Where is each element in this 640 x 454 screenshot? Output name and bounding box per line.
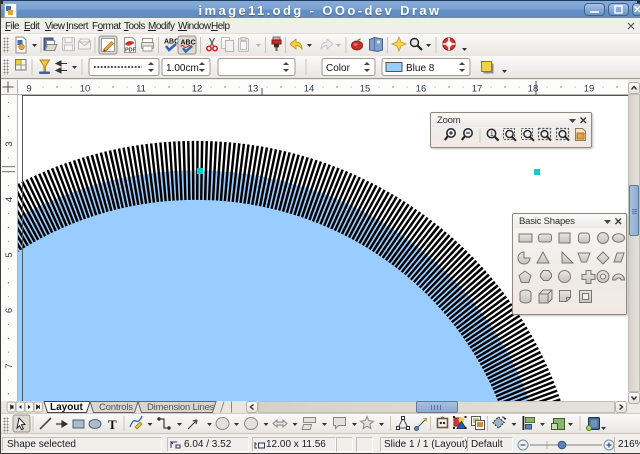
svg-text:Blue 8: Blue 8 [406,63,435,74]
svg-text:1: 1 [490,131,494,138]
svg-text:15: 15 [360,84,371,95]
svg-text:16: 16 [416,84,427,95]
svg-text:11: 11 [136,84,146,95]
svg-text:ABC: ABC [164,39,179,46]
svg-text:18: 18 [528,84,539,95]
svg-text:19: 19 [584,84,595,95]
svg-text:1.00cm: 1.00cm [166,63,199,74]
svg-text:12: 12 [192,84,203,95]
svg-text:14: 14 [304,84,315,95]
svg-text:7: 7 [4,363,15,368]
svg-text:13: 13 [248,84,259,95]
svg-text:17: 17 [472,84,483,95]
svg-text:Layout: Layout [50,402,83,413]
svg-text:Color: Color [326,63,351,74]
svg-text:T: T [108,417,117,432]
svg-text:4: 4 [4,197,15,202]
svg-text:9: 9 [26,84,31,95]
svg-text:6: 6 [4,308,15,313]
svg-text:Controls: Controls [99,402,133,413]
svg-text:PDF: PDF [125,48,137,54]
svg-text:Dimension Lines: Dimension Lines [147,402,215,413]
svg-text:3: 3 [4,141,15,146]
svg-text:10: 10 [80,84,91,95]
svg-text:5: 5 [4,252,15,257]
